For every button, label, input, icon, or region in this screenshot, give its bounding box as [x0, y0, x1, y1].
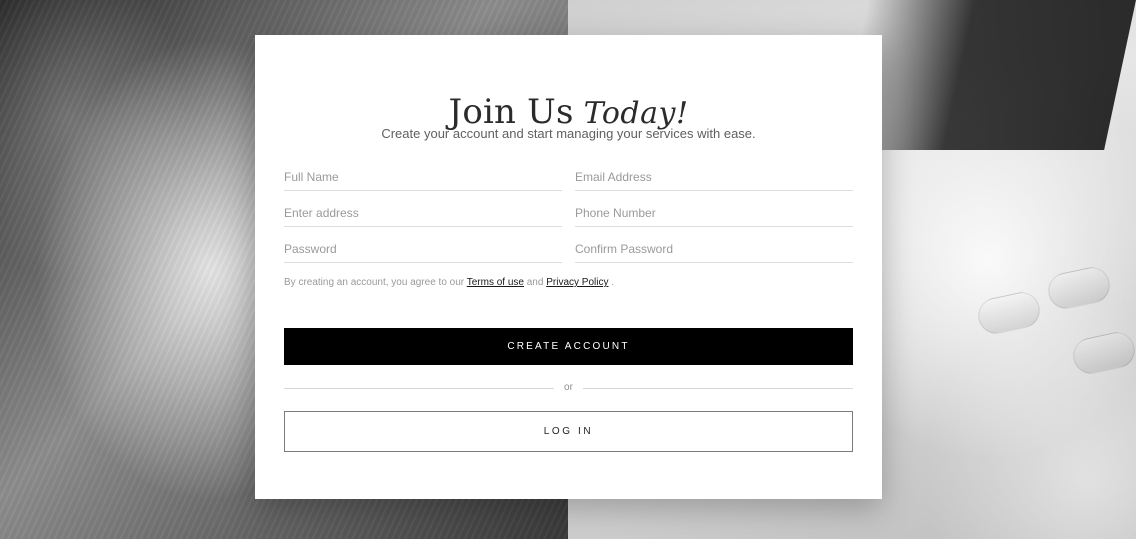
or-divider: or: [284, 381, 853, 395]
divider-line-right: [583, 388, 853, 389]
background-nails-detail: [974, 250, 1136, 410]
password-input[interactable]: [284, 236, 562, 262]
address-input[interactable]: [284, 200, 562, 226]
nail-shape: [1069, 328, 1136, 378]
terms-prefix: By creating an account, you agree to our: [284, 277, 467, 288]
signup-page: Join Us Today! Create your account and st…: [0, 0, 1136, 539]
confirm-password-input[interactable]: [575, 236, 853, 262]
password-field: [284, 236, 562, 263]
signup-card: Join Us Today! Create your account and st…: [255, 35, 882, 499]
full-name-input[interactable]: [284, 164, 562, 190]
terms-of-use-link[interactable]: Terms of use: [467, 277, 524, 288]
confirm-password-field: [575, 236, 853, 263]
log-in-button[interactable]: LOG IN: [284, 411, 853, 452]
page-subtitle: Create your account and start managing y…: [381, 126, 756, 141]
page-title: Join Us Today!: [255, 95, 882, 129]
terms-notice: By creating an account, you agree to our…: [284, 277, 854, 289]
nail-shape: [1044, 263, 1114, 313]
privacy-policy-link[interactable]: Privacy Policy: [546, 277, 608, 288]
phone-input[interactable]: [575, 200, 853, 226]
full-name-field: [284, 164, 562, 191]
email-input[interactable]: [575, 164, 853, 190]
create-account-button[interactable]: CREATE ACCOUNT: [284, 328, 853, 365]
address-field: [284, 200, 562, 227]
terms-middle: and: [523, 277, 547, 288]
phone-field: [575, 200, 853, 227]
nail-shape: [974, 288, 1044, 338]
terms-suffix: .: [608, 277, 615, 288]
email-field: [575, 164, 853, 191]
